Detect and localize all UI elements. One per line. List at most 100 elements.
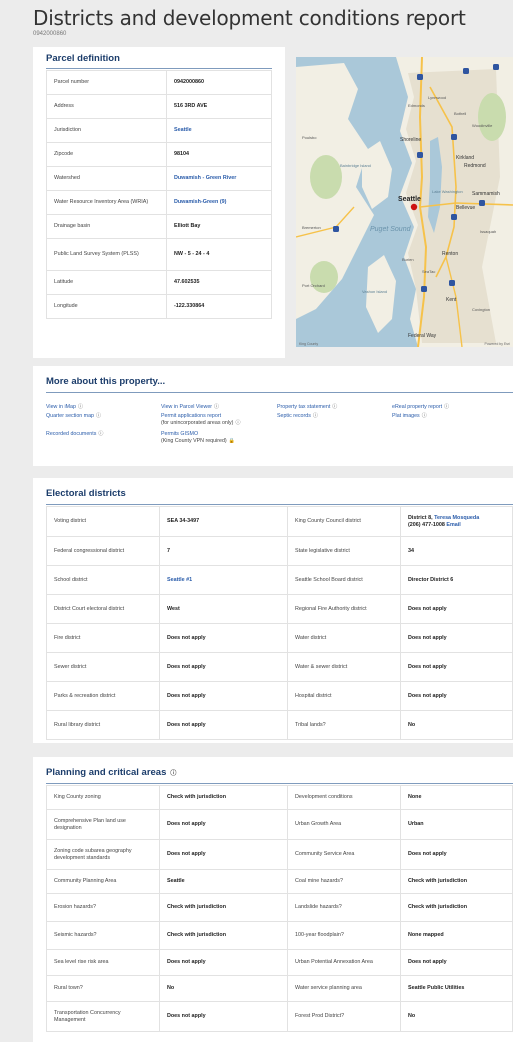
recorded-documents-link[interactable]: Recorded documents — [46, 431, 96, 437]
planning-label[interactable]: Urban Growth Area — [287, 809, 401, 840]
help-icon[interactable]: ⓘ — [98, 431, 103, 437]
map-canvas[interactable]: Lynnwood Edmonds Bothell Woodinville Sho… — [296, 57, 513, 347]
planning-table: King County zoning Check with jurisdictio… — [46, 785, 513, 1032]
parcel-row-value: 0942000860 — [166, 70, 272, 95]
electoral-label[interactable]: King County Council district — [287, 506, 401, 537]
help-icon[interactable]: ⓘ — [422, 413, 427, 419]
council-email-link[interactable]: Email — [446, 522, 460, 528]
more-column-4: eReal property report ⓘ Plat images ⓘ — [392, 404, 449, 420]
highway-shield-icon — [417, 74, 423, 80]
electoral-value: Does not apply — [159, 710, 288, 740]
planning-row: Community Planning Area Seattle Coal mine … — [46, 869, 513, 894]
electoral-value: Does not apply — [159, 652, 288, 682]
help-icon[interactable]: ⓘ — [313, 413, 318, 419]
ereal-property-report-link[interactable]: eReal property report — [392, 404, 442, 410]
electoral-value: No — [400, 710, 513, 740]
permits-gismo-note: (King County VPN required) — [161, 438, 227, 445]
map-attribution[interactable]: Powered by Esri — [485, 342, 511, 346]
plat-images-link[interactable]: Plat images — [392, 413, 420, 419]
electoral-value: Does not apply — [159, 623, 288, 653]
electoral-value: 34 — [400, 536, 513, 566]
map-label: Poulsbo — [302, 135, 317, 140]
map-park — [310, 155, 342, 199]
view-in-parcel-viewer-link[interactable]: View in Parcel Viewer — [161, 404, 212, 410]
help-icon[interactable]: ⓘ — [78, 404, 83, 410]
highway-shield-icon — [493, 64, 499, 70]
more-about-card: More about this property... View in iMap… — [33, 366, 513, 466]
help-icon[interactable]: ⓘ — [96, 413, 101, 419]
electoral-label: District Court electoral district — [46, 594, 160, 624]
heading-rule — [46, 392, 513, 393]
planning-label[interactable]: Development conditions — [287, 785, 401, 810]
permit-applications-report-link[interactable]: Permit applications report — [161, 413, 221, 419]
help-icon[interactable]: ⓘ — [332, 404, 337, 410]
permits-gismo-link[interactable]: Permits GISMO — [161, 431, 198, 437]
property-tax-statement-link[interactable]: Property tax statement — [277, 404, 330, 410]
map-label: Bainbridge Island — [340, 163, 371, 168]
council-member-link[interactable]: Teresa Mosqueda — [434, 515, 479, 521]
planning-row: King County zoning Check with jurisdictio… — [46, 785, 513, 810]
parcel-row: Parcel number 0942000860 — [46, 70, 272, 95]
view-in-imap-link[interactable]: View in iMap — [46, 404, 76, 410]
parcel-row-value[interactable]: Duwamish-Green (9) — [166, 190, 272, 215]
planning-row: Sea level rise risk area Does not apply Ur… — [46, 949, 513, 976]
electoral-label[interactable]: Voting district — [46, 506, 160, 537]
planning-label[interactable]: Sea level rise risk area — [46, 949, 160, 976]
electoral-label: Regional Fire Authority district — [287, 594, 401, 624]
planning-value: Check with jurisdiction — [159, 921, 288, 950]
help-icon[interactable]: ⓘ — [170, 771, 176, 777]
planning-label[interactable]: Transportation Concurrency Management — [46, 1001, 160, 1032]
parcel-map[interactable]: Lynnwood Edmonds Bothell Woodinville Sho… — [296, 57, 513, 347]
map-label: Covington — [472, 307, 490, 312]
electoral-row: Voting district SEA 34-3497 King County Co… — [46, 506, 513, 537]
electoral-row: Federal congressional district 7 State leg… — [46, 536, 513, 566]
electoral-table: Voting district SEA 34-3497 King County Co… — [46, 506, 513, 740]
help-icon[interactable]: ⓘ — [214, 404, 219, 410]
parcel-row-value[interactable]: Seattle — [166, 118, 272, 143]
map-label: Edmonds — [408, 103, 425, 108]
map-park — [478, 93, 506, 141]
planning-card: Planning and critical areas ⓘ King County… — [33, 757, 513, 1042]
planning-value: Urban — [400, 809, 513, 840]
planning-label[interactable]: King County zoning — [46, 785, 160, 810]
highway-shield-icon — [463, 68, 469, 74]
parcel-row-label: Public Land Survey System (PLSS) — [46, 238, 167, 271]
electoral-row: Rural library district Does not apply Trib… — [46, 710, 513, 740]
electoral-value[interactable]: Seattle #1 — [159, 565, 288, 595]
electoral-row: Sewer district Does not apply Water & sewe… — [46, 652, 513, 682]
electoral-label: Sewer district — [46, 652, 160, 682]
parcel-row: Watershed Duwamish - Green River — [46, 166, 272, 191]
parcel-row: Longitude -122.330864 — [46, 294, 272, 319]
quarter-section-map-link[interactable]: Quarter section map — [46, 413, 94, 419]
parcel-row: Latitude 47.602535 — [46, 270, 272, 295]
planning-value: Seattle Public Utilities — [400, 975, 513, 1002]
permit-applications-note: (for unincorporated areas only) — [161, 420, 234, 427]
septic-records-link[interactable]: Septic records — [277, 413, 311, 419]
parcel-location-marker[interactable] — [410, 203, 418, 211]
planning-label[interactable]: Urban Potential Annexation Area — [287, 949, 401, 976]
parcel-row-value[interactable]: Duwamish - Green River — [166, 166, 272, 191]
electoral-label: Parks & recreation district — [46, 681, 160, 711]
parcel-row-label: Parcel number — [46, 70, 167, 95]
help-icon[interactable]: ⓘ — [444, 404, 449, 410]
parcel-row-label[interactable]: Water Resource Inventory Area (WRIA) — [46, 190, 167, 215]
planning-label[interactable]: Water service planning area — [287, 975, 401, 1002]
map-label: Redmond — [464, 163, 486, 169]
planning-label[interactable]: Rural town? — [46, 975, 160, 1002]
electoral-row: District Court electoral district West Reg… — [46, 594, 513, 624]
planning-label[interactable]: Comprehensive Plan land use designation — [46, 809, 160, 840]
planning-label[interactable]: Community Service Area — [287, 839, 401, 870]
parcel-row-value: -122.330864 — [166, 294, 272, 319]
map-label: Bothell — [454, 111, 466, 116]
help-icon[interactable]: ⓘ — [235, 420, 240, 426]
map-label: Bellevue — [456, 205, 475, 211]
parcel-row-label[interactable]: Watershed — [46, 166, 167, 191]
map-label: Woodinville — [472, 123, 493, 128]
parcel-definition-heading: Parcel definition — [46, 53, 120, 64]
parcel-row-label: Jurisdiction — [46, 118, 167, 143]
planning-label: Landslide hazards? — [287, 893, 401, 922]
planning-row: Zoning code subarea geography developmen… — [46, 839, 513, 870]
map-label: Federal Way — [408, 333, 437, 339]
map-label: Kirkland — [456, 155, 474, 161]
planning-label[interactable]: Community Planning Area — [46, 869, 160, 894]
